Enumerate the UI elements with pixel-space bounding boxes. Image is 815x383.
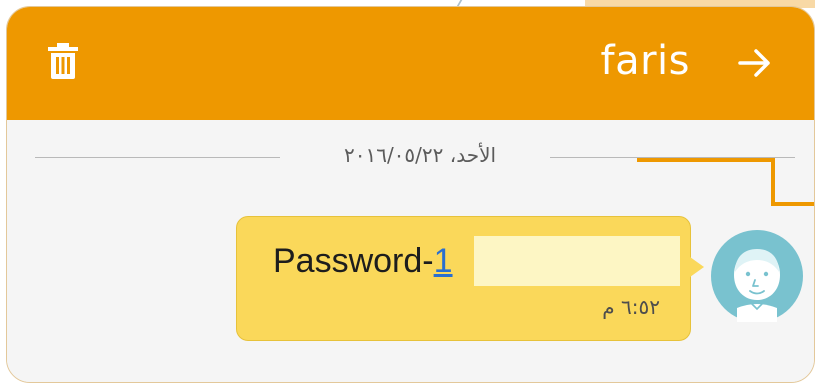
message-text-prefix: Password- (273, 242, 434, 280)
date-separator-label: الأحد، ٢٠١٦/٠٥/٢٢ (343, 143, 497, 167)
redaction-box (474, 236, 680, 286)
app-bar: faris (7, 7, 814, 120)
message-text: Password-1 (273, 239, 453, 283)
bubble-tail (690, 257, 704, 277)
contact-avatar[interactable] (711, 230, 803, 322)
conversation-screen: faris الأحد، ٢٠١٦/٠٥/٢٢ Password-1 ٦:٥٢ … (6, 6, 815, 383)
message-link[interactable]: 1 (434, 242, 453, 280)
trash-icon[interactable] (48, 43, 78, 79)
contact-name: faris (600, 38, 690, 84)
arrow-right-icon[interactable] (738, 47, 772, 79)
annotation-callout-line (637, 158, 814, 206)
message-bubble[interactable]: Password-1 ٦:٥٢ م (236, 216, 704, 341)
message-timestamp: ٦:٥٢ م (602, 295, 660, 319)
date-divider-left (35, 157, 280, 158)
message-list[interactable]: الأحد، ٢٠١٦/٠٥/٢٢ Password-1 ٦:٥٢ م (7, 120, 814, 382)
